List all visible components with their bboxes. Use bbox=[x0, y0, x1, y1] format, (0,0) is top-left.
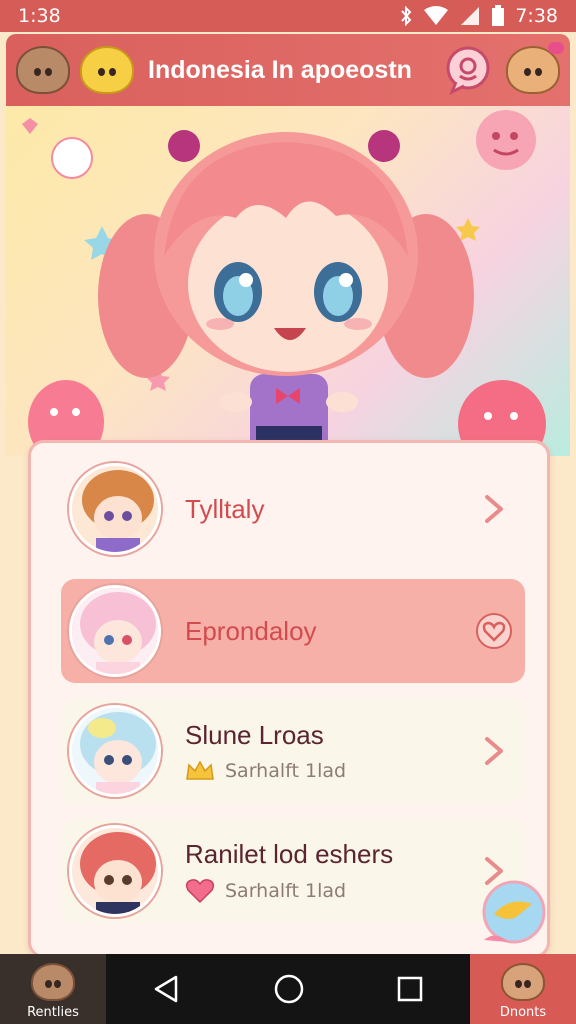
chevron-right-icon[interactable] bbox=[475, 735, 513, 767]
status-icons: 7:38 bbox=[399, 5, 558, 27]
list-item-selected[interactable]: Eprondaloy bbox=[61, 579, 525, 683]
anime-girl-illustration bbox=[22, 110, 546, 456]
bear-bow-icon[interactable] bbox=[506, 42, 564, 94]
tab-dnonts[interactable]: Dnonts bbox=[470, 954, 576, 1024]
list-item-subtitle: Sarhalft 1lad bbox=[225, 879, 347, 902]
list-item-name: Slune Lroas bbox=[185, 719, 324, 750]
yellow-bear-icon[interactable] bbox=[80, 46, 134, 94]
signal-icon bbox=[461, 7, 480, 25]
floating-action-button[interactable] bbox=[480, 880, 550, 954]
crown-icon bbox=[186, 759, 214, 780]
bear-icon bbox=[31, 963, 75, 1001]
hero-illustration bbox=[6, 106, 570, 456]
avatar bbox=[69, 585, 161, 677]
avatar bbox=[69, 825, 161, 917]
navigation-bar: Rentlies Dnonts bbox=[0, 954, 576, 1024]
chat-smiley-icon[interactable] bbox=[444, 44, 496, 96]
avatar bbox=[69, 705, 161, 797]
list-item-name: Ranilet lod eshers bbox=[185, 838, 394, 869]
bear-icon bbox=[501, 963, 545, 1001]
tab-label: Dnonts bbox=[499, 1005, 547, 1020]
avatar bbox=[69, 463, 161, 555]
app-bar: Indonesia In apoeostn bbox=[6, 34, 570, 106]
list-item[interactable]: Ranilet lod eshers Sarhalft 1lad bbox=[61, 819, 525, 923]
app-title: Indonesia In apoeostn bbox=[148, 55, 412, 84]
tab-label: Rentlies bbox=[27, 1005, 79, 1020]
wifi-icon bbox=[424, 6, 449, 25]
list-item-subtitle: Sarhalft 1lad bbox=[225, 759, 347, 782]
friends-list-panel: Tylltaly Eprondaloy Slune Lroas Sarhalft… bbox=[28, 440, 550, 958]
list-item[interactable]: Tylltaly bbox=[61, 457, 525, 561]
list-item-name: Tylltaly bbox=[185, 493, 265, 524]
list-item[interactable]: Slune Lroas Sarhalft 1lad bbox=[61, 699, 525, 803]
bear-icon[interactable] bbox=[16, 46, 70, 94]
heart-icon bbox=[185, 878, 215, 903]
back-icon[interactable] bbox=[152, 974, 182, 1004]
home-icon[interactable] bbox=[273, 973, 305, 1005]
status-bar: 1:38 7:38 bbox=[0, 0, 576, 32]
bird-icon bbox=[482, 880, 546, 944]
status-time-left: 1:38 bbox=[18, 5, 61, 27]
status-time-right: 7:38 bbox=[515, 5, 558, 27]
chevron-right-icon[interactable] bbox=[475, 493, 513, 525]
tab-rentlies[interactable]: Rentlies bbox=[0, 954, 106, 1024]
bluetooth-icon bbox=[401, 6, 412, 26]
list-item-name: Eprondaloy bbox=[185, 615, 317, 646]
heart-outline-icon[interactable] bbox=[475, 612, 513, 650]
battery-icon bbox=[492, 5, 505, 26]
recents-icon[interactable] bbox=[396, 975, 424, 1003]
